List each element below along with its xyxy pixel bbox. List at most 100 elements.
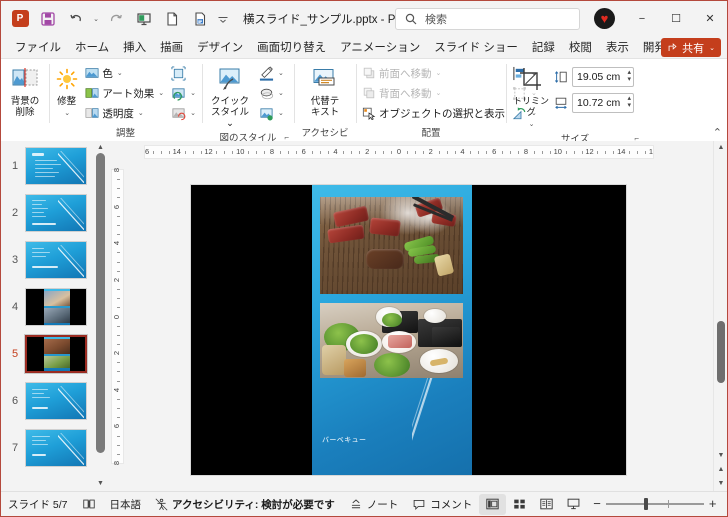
thumbnail-image <box>25 194 87 232</box>
language-button[interactable]: 日本語 <box>103 494 149 515</box>
color-label: 色 <box>102 67 113 80</box>
window-controls-area: 検索 ♥ − ☐ ✕ <box>395 1 727 36</box>
tab-insert[interactable]: 挿入 <box>116 38 153 58</box>
tab-transitions[interactable]: 画面切り替え <box>250 38 333 58</box>
tab-record[interactable]: 記録 <box>525 38 562 58</box>
thumbnail-slide-5[interactable]: 5 <box>1 334 108 374</box>
thumbnail-slide-4[interactable]: 4 <box>1 288 108 326</box>
thumbnail-image <box>24 334 88 374</box>
change-picture-caret-icon: ⌄ <box>190 90 196 97</box>
collapse-ribbon-button[interactable]: ⌃ <box>713 126 722 139</box>
reset-picture-button[interactable]: ⌄ <box>168 103 199 123</box>
proofing-status-button[interactable] <box>75 494 103 515</box>
reading-view-button[interactable] <box>533 494 560 515</box>
crop-button[interactable]: トリミング ⌄ <box>509 62 553 132</box>
bring-forward-button[interactable]: 前面へ移動 ⌄ <box>359 63 508 83</box>
previous-slide-icon[interactable]: ▲ <box>714 463 727 477</box>
thumbnail-slide-2[interactable]: 2 <box>1 194 108 232</box>
normal-view-button[interactable] <box>479 493 507 515</box>
undo-icon[interactable] <box>63 7 89 31</box>
artistic-effects-button[interactable]: アート効果 ⌄ <box>82 83 167 103</box>
thumbnail-scroll-up-icon[interactable]: ▲ <box>96 143 105 153</box>
start-slideshow-icon[interactable] <box>131 7 157 31</box>
accessibility-status-button[interactable]: アクセシビリティ: 検討が必要です <box>148 494 342 515</box>
tab-view[interactable]: 表示 <box>599 38 636 58</box>
shape-height-spinner[interactable]: ▴ ▾ <box>627 69 631 83</box>
editor-scroll-down-icon[interactable]: ▼ <box>714 449 727 463</box>
redo-icon[interactable] <box>103 7 129 31</box>
editor-scroll-up-icon[interactable]: ▲ <box>714 141 727 155</box>
zoom-out-button[interactable]: − <box>593 497 601 510</box>
slide-sorter-view-button[interactable] <box>506 494 533 515</box>
zoom-level-label[interactable]: 50% <box>721 498 727 510</box>
zoom-track[interactable] <box>605 498 704 510</box>
slide-canvas[interactable]: バーベキュー <box>191 185 626 475</box>
picture-border-icon <box>259 65 274 81</box>
tab-slideshow[interactable]: スライド ショー <box>427 38 525 58</box>
tab-file[interactable]: ファイル <box>8 38 68 58</box>
language-label: 日本語 <box>109 498 142 511</box>
customize-qat-icon[interactable] <box>215 7 231 31</box>
thumbnail-image <box>25 288 87 326</box>
ruler-tick-label: 12 <box>585 147 594 156</box>
comments-button[interactable]: コメント <box>405 494 479 515</box>
search-input[interactable]: 検索 <box>395 7 580 30</box>
remove-background-button[interactable]: 背景の 削除 <box>4 62 46 120</box>
tab-home[interactable]: ホーム <box>68 38 116 58</box>
thumbnail-slide-1[interactable]: 1 <box>1 147 108 185</box>
shape-width-field[interactable]: 10.72 cm ▴ ▾ <box>572 93 634 113</box>
notes-button[interactable]: ノート <box>342 494 406 515</box>
tab-picture-format[interactable]: 図の形式 <box>721 38 727 58</box>
slide-indicator[interactable]: スライド 5/7 <box>1 494 75 515</box>
thumbnail-scroll-down-icon[interactable]: ▼ <box>96 479 105 489</box>
vertical-ruler-tick-label: 2 <box>112 351 121 356</box>
picture-border-button[interactable]: ⌄ <box>256 63 287 83</box>
thumbnail-slide-7[interactable]: 7 <box>1 429 108 467</box>
tab-review[interactable]: 校閲 <box>562 38 599 58</box>
thumbnail-slide-3[interactable]: 3 <box>1 241 108 279</box>
zoom-thumb[interactable] <box>643 498 648 510</box>
arrange-small-buttons: 前面へ移動 ⌄ 背面へ移動 ⌄ オブジェクトの選択と表示 <box>359 62 508 123</box>
maximize-button[interactable]: ☐ <box>659 2 693 36</box>
shape-height-field[interactable]: 19.05 cm ▴ ▾ <box>572 67 634 87</box>
save-icon[interactable] <box>35 7 61 31</box>
new-file-icon[interactable] <box>159 7 185 31</box>
editor-vertical-scrollbar[interactable]: ▲ ▼ ▲ ▼ <box>713 141 727 491</box>
selection-pane-button[interactable]: オブジェクトの選択と表示 <box>359 103 508 123</box>
vertical-ruler-tick <box>116 252 120 254</box>
picture-effects-button[interactable]: ⌄ <box>256 83 287 103</box>
zoom-slider[interactable]: − + 50% <box>587 497 727 510</box>
send-backward-label: 背面へ移動 <box>379 87 432 100</box>
undo-dropdown-icon[interactable]: ⌄ <box>91 7 101 31</box>
compress-pictures-button[interactable] <box>168 63 199 83</box>
share-button[interactable]: 共有 ⌄ <box>661 38 721 57</box>
picture-layout-button[interactable]: ⌄ <box>256 103 287 123</box>
change-picture-button[interactable]: ⌄ <box>168 83 199 103</box>
tab-animations[interactable]: アニメーション <box>333 38 427 58</box>
notes-label: ノート <box>366 498 399 511</box>
send-backward-button[interactable]: 背面へ移動 ⌄ <box>359 83 508 103</box>
corrections-button[interactable]: 修整 ⌄ <box>52 62 81 121</box>
quick-styles-button[interactable]: クイック スタイル ⌄ <box>205 62 255 131</box>
thumbnail-slide-6[interactable]: 6 <box>1 382 108 420</box>
thumbnail-scroll-thumb[interactable] <box>96 153 105 453</box>
thumbnail-scrollbar[interactable]: ▲ ▼ <box>95 143 106 489</box>
zoom-in-button[interactable]: + <box>709 497 717 510</box>
ruler-tick <box>248 151 250 154</box>
tab-design[interactable]: デザイン <box>190 38 250 58</box>
transparency-button[interactable]: 透明度 ⌄ <box>82 103 167 123</box>
next-slide-icon[interactable]: ▼ <box>714 477 727 491</box>
slideshow-view-button[interactable] <box>560 494 587 515</box>
close-button[interactable]: ✕ <box>693 2 727 36</box>
tab-draw[interactable]: 描画 <box>153 38 190 58</box>
alt-text-button[interactable]: 代替テ キスト <box>302 62 348 120</box>
slideshow-icon <box>567 498 580 510</box>
editor-scroll-thumb[interactable] <box>717 321 725 383</box>
vertical-ruler-tick <box>116 417 120 419</box>
color-button[interactable]: 色 ⌄ <box>82 63 167 83</box>
minimize-button[interactable]: − <box>625 2 659 36</box>
shape-width-spinner[interactable]: ▴ ▾ <box>627 95 631 109</box>
print-preview-icon[interactable] <box>187 7 213 31</box>
app-icon[interactable]: P <box>7 7 33 31</box>
avatar[interactable]: ♥ <box>594 8 615 29</box>
